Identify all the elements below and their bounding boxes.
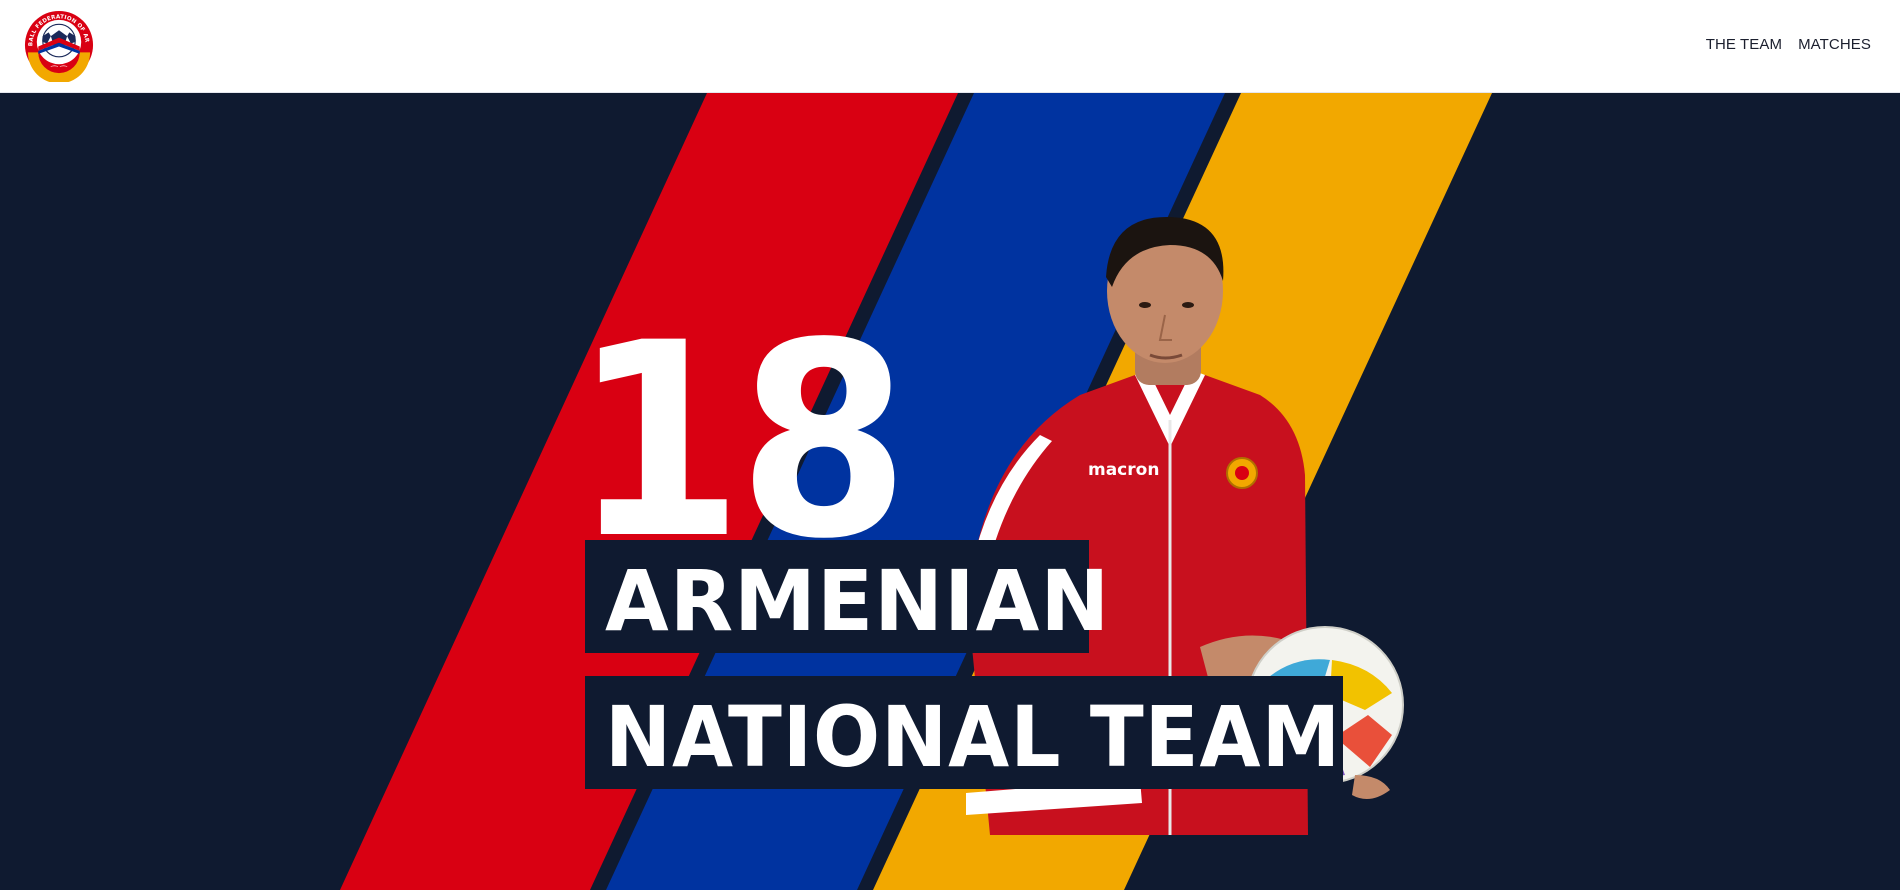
site-header: FOOTBALL FEDERATION OF ARMENIA ⁀ ⁀ THE T… [0,0,1900,93]
federation-logo[interactable]: FOOTBALL FEDERATION OF ARMENIA ⁀ ⁀ [22,8,96,82]
svg-text:⁀ ⁀: ⁀ ⁀ [50,65,67,75]
hero-title-line2: NATIONAL TEAM [605,688,1342,786]
nav-matches[interactable]: MATCHES [1798,36,1871,54]
nav-the-team[interactable]: THE TEAM [1706,36,1782,54]
player-number: 18 [572,286,910,598]
main-nav: THE TEAM MATCHES [1706,36,1871,54]
title-line-national-team: NATIONAL TEAM [585,676,1343,789]
hero-banner: 18 macron ARMENIAN NATIONAL TEAM [0,93,1900,890]
title-line-armenian: ARMENIAN [585,540,1109,653]
hero-title-line1: ARMENIAN [605,552,1111,650]
svg-text:macron: macron [1088,460,1159,480]
